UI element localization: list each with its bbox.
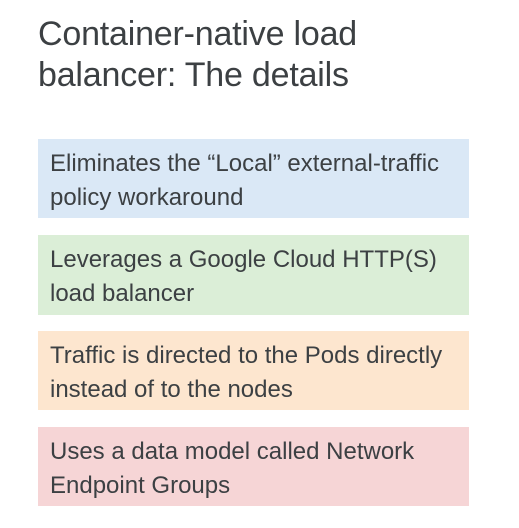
slide-title: Container-native load balancer: The deta… (38, 15, 357, 94)
detail-card-text: Traffic is directed to the Pods directly… (50, 342, 443, 403)
detail-card-text: Eliminates the “Local” external-traffic … (50, 150, 440, 211)
detail-card-text: Leverages a Google Cloud HTTP(S) load ba… (50, 246, 437, 307)
detail-card-http-load-balancer: Leverages a Google Cloud HTTP(S) load ba… (38, 235, 469, 315)
detail-card-local-policy: Eliminates the “Local” external-traffic … (38, 139, 469, 218)
detail-card-text: Uses a data model called Network Endpoin… (50, 438, 415, 499)
detail-card-network-endpoint-groups: Uses a data model called Network Endpoin… (38, 427, 469, 506)
detail-card-traffic-to-pods: Traffic is directed to the Pods directly… (38, 331, 469, 410)
